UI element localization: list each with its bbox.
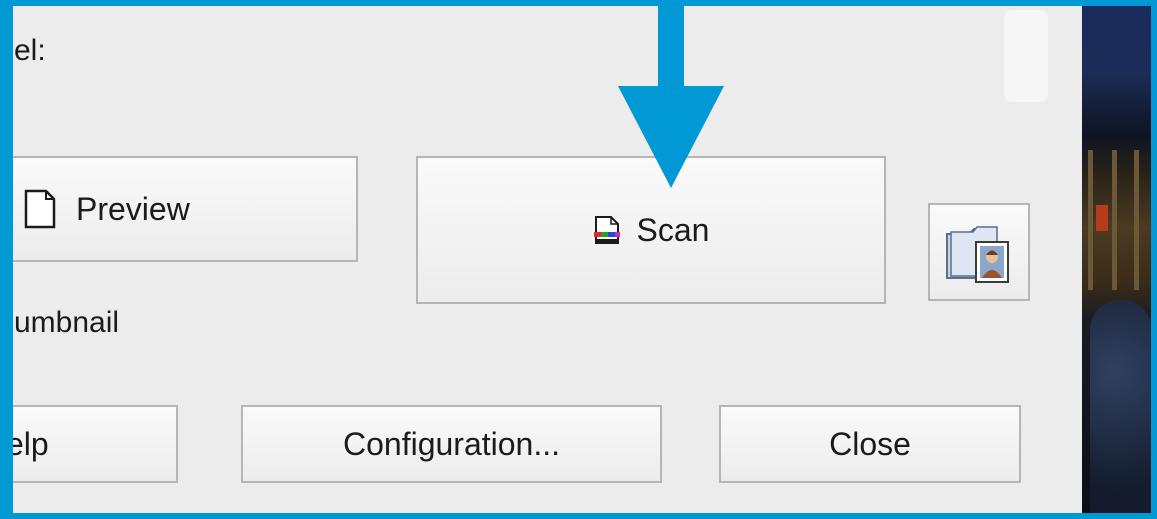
configuration-button-label: Configuration...	[342, 425, 560, 462]
open-folder-button[interactable]	[928, 203, 1030, 301]
help-button-label: elp	[6, 425, 49, 462]
configuration-button[interactable]: Configuration...	[241, 405, 662, 483]
close-button-label: Close	[829, 425, 911, 462]
background-photo	[1082, 0, 1157, 519]
folder-photo-icon	[946, 226, 1009, 283]
document-icon	[24, 189, 56, 229]
scan-icon	[593, 216, 620, 244]
thumbnail-label: umbnail	[14, 306, 120, 339]
preview-button-label: Preview	[76, 190, 190, 227]
down-arrow-icon	[618, 0, 724, 188]
top-label: el:	[14, 34, 46, 67]
scan-button-label: Scan	[636, 211, 710, 248]
close-button[interactable]: Close	[719, 405, 1021, 483]
screenshot: el: Preview Scan umbnail elp Configurati…	[0, 0, 1157, 519]
help-button[interactable]: elp	[0, 405, 178, 483]
scan-dialog: el: Preview Scan umbnail elp Configurati…	[0, 0, 1082, 519]
preview-button[interactable]: Preview	[0, 156, 358, 262]
scrollbar-thumb[interactable]	[1004, 10, 1048, 102]
